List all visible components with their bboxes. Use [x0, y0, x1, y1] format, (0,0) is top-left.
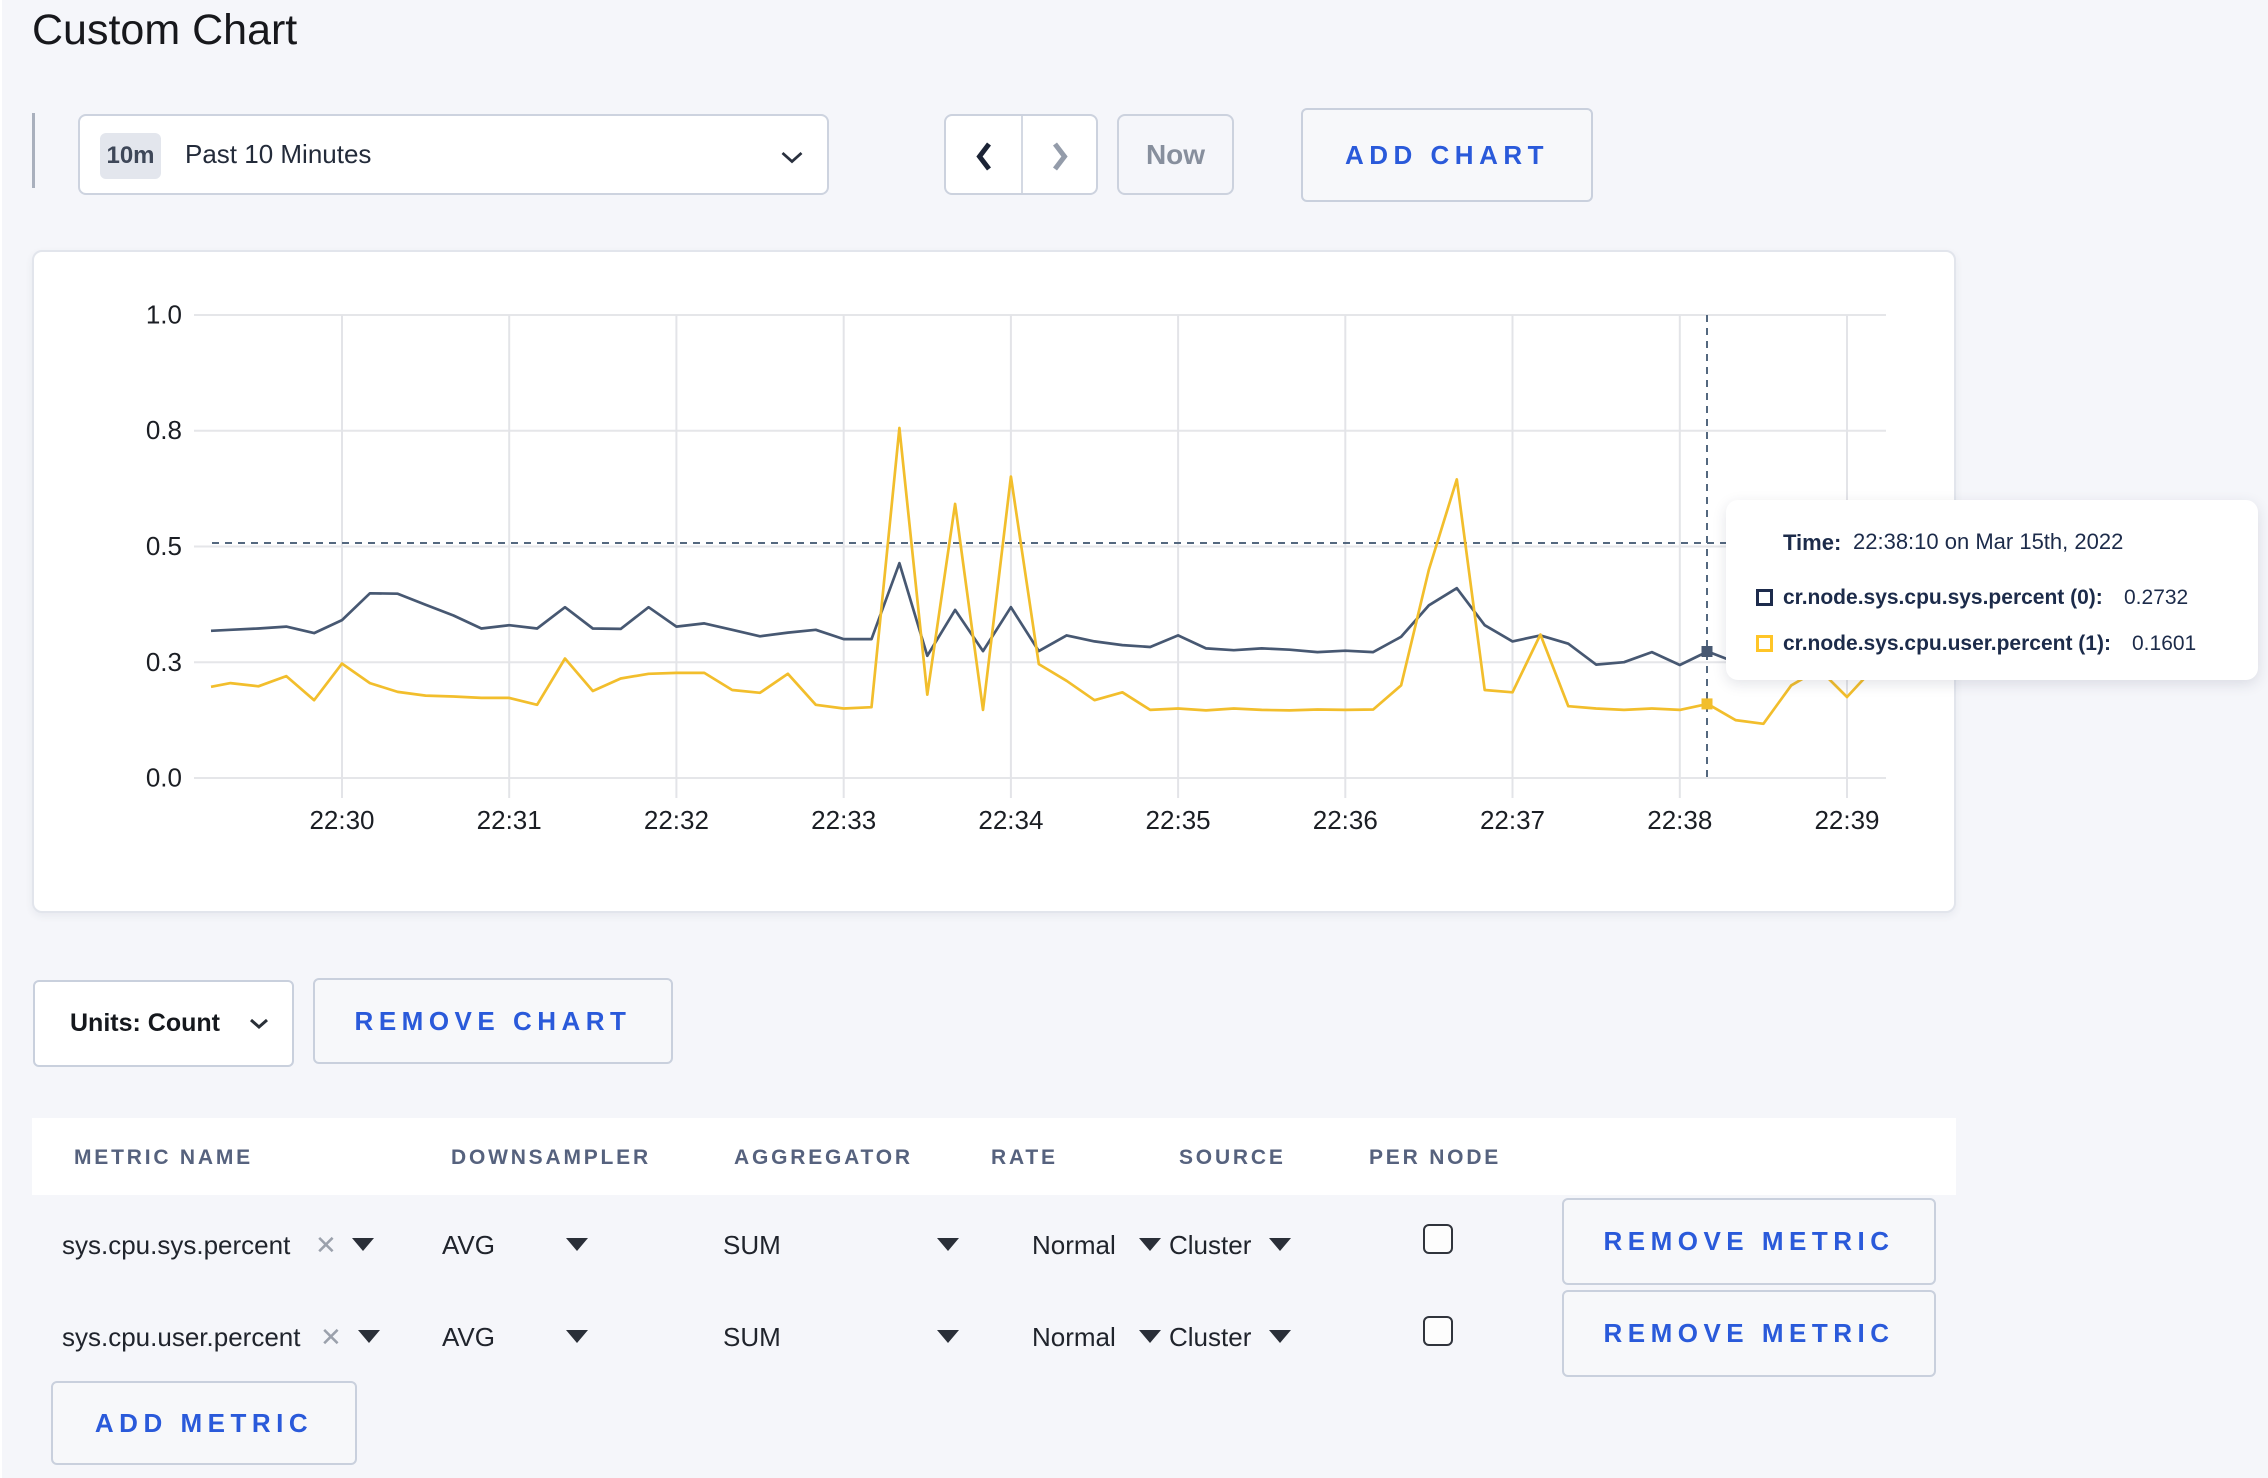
- svg-text:22:36: 22:36: [1313, 805, 1378, 835]
- svg-text:22:38: 22:38: [1647, 805, 1712, 835]
- svg-text:22:33: 22:33: [811, 805, 876, 835]
- svg-text:0.0: 0.0: [146, 763, 182, 793]
- svg-text:22:39: 22:39: [1814, 805, 1879, 835]
- svg-text:0.5: 0.5: [146, 531, 182, 561]
- svg-text:22:31: 22:31: [477, 805, 542, 835]
- svg-text:0.8: 0.8: [146, 415, 182, 445]
- svg-text:22:37: 22:37: [1480, 805, 1545, 835]
- svg-text:1.0: 1.0: [146, 300, 182, 330]
- svg-text:0.3: 0.3: [146, 647, 182, 677]
- svg-text:22:30: 22:30: [309, 805, 374, 835]
- svg-text:22:34: 22:34: [978, 805, 1043, 835]
- svg-text:22:35: 22:35: [1146, 805, 1211, 835]
- svg-text:22:32: 22:32: [644, 805, 709, 835]
